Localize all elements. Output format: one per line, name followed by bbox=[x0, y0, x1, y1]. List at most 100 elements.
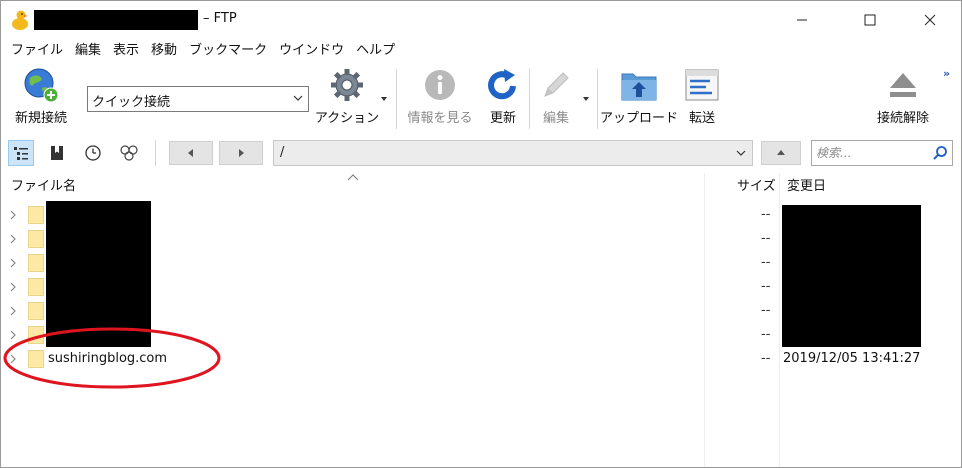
folder-size: -- bbox=[761, 279, 771, 294]
toolbar-separator bbox=[529, 69, 530, 129]
upload-label: アップロード bbox=[600, 111, 679, 126]
upload-button[interactable]: アップロード bbox=[600, 65, 678, 126]
title-redaction bbox=[34, 10, 198, 30]
column-header-modified[interactable]: 変更日 bbox=[787, 175, 826, 199]
arrow-up-icon bbox=[777, 150, 785, 155]
info-icon bbox=[425, 70, 455, 100]
toolbar: 新規接続 クイック接続 アクション 情報を見る 更新 編集 アップロード 転送 … bbox=[1, 63, 961, 133]
folder-size: -- bbox=[761, 207, 771, 222]
folder-size: -- bbox=[761, 303, 771, 318]
maximize-icon bbox=[864, 14, 876, 26]
file-browser-list: ファイル名 サイズ 変更日 -- -- -- -- -- -- sushirin… bbox=[1, 173, 961, 467]
search-icon[interactable] bbox=[932, 145, 948, 161]
refresh-icon bbox=[488, 69, 516, 100]
edit-label: 編集 bbox=[542, 111, 569, 126]
folder-icon bbox=[28, 278, 44, 296]
forward-button[interactable] bbox=[219, 141, 263, 165]
title-bar: – FTP bbox=[1, 1, 961, 39]
toolbar-separator bbox=[396, 69, 397, 129]
folder-icon bbox=[28, 230, 44, 248]
menu-help[interactable]: ヘルプ bbox=[350, 39, 401, 63]
path-value: / bbox=[280, 145, 285, 160]
info-button[interactable]: 情報を見る bbox=[404, 65, 476, 126]
nav-separator bbox=[155, 140, 156, 166]
bookmark-book-icon bbox=[51, 146, 63, 160]
transfer-button[interactable]: 転送 bbox=[682, 65, 722, 126]
chevron-right-icon[interactable] bbox=[8, 233, 18, 245]
minimize-button[interactable] bbox=[779, 1, 825, 39]
chevron-right-icon[interactable] bbox=[8, 209, 18, 221]
action-button[interactable]: アクション bbox=[314, 65, 380, 126]
browser-view-button[interactable] bbox=[8, 140, 34, 166]
parent-directory-button[interactable] bbox=[761, 141, 801, 165]
menu-edit[interactable]: 編集 bbox=[69, 39, 107, 63]
tree-list-icon bbox=[14, 147, 28, 160]
close-icon bbox=[924, 14, 936, 26]
chevron-down-icon bbox=[736, 150, 746, 156]
search-input[interactable] bbox=[816, 144, 926, 162]
eject-icon bbox=[890, 73, 916, 97]
refresh-button[interactable]: 更新 bbox=[483, 65, 523, 126]
folder-size: -- bbox=[761, 327, 771, 342]
folder-size: -- bbox=[761, 231, 771, 246]
disconnect-button[interactable]: 接続解除 bbox=[869, 65, 937, 126]
search-box bbox=[811, 140, 953, 166]
pencil-icon bbox=[544, 72, 569, 97]
disconnect-label: 接続解除 bbox=[876, 111, 929, 126]
arrow-left-icon bbox=[188, 149, 193, 157]
edit-button[interactable]: 編集 bbox=[535, 65, 577, 126]
refresh-label: 更新 bbox=[489, 111, 516, 126]
globe-plus-icon bbox=[24, 68, 59, 103]
transfer-label: 転送 bbox=[688, 111, 715, 126]
close-button[interactable] bbox=[907, 1, 953, 39]
clock-icon bbox=[85, 145, 101, 161]
gear-icon bbox=[331, 69, 363, 101]
cyberduck-app-icon bbox=[12, 10, 28, 30]
ftp-window: – FTP ファイル 編集 表示 移動 ブックマーク ウインドウ ヘルプ 新規接… bbox=[0, 0, 962, 468]
menu-bookmarks[interactable]: ブックマーク bbox=[183, 39, 273, 63]
chevron-right-icon[interactable] bbox=[8, 305, 18, 317]
navigation-bar: / bbox=[1, 134, 961, 172]
window-title: – FTP bbox=[203, 11, 237, 26]
dates-redaction bbox=[782, 205, 921, 347]
folder-size: -- bbox=[761, 255, 771, 270]
back-button[interactable] bbox=[169, 141, 213, 165]
folder-icon bbox=[28, 206, 44, 224]
chevron-right-icon[interactable] bbox=[8, 257, 18, 269]
minimize-icon bbox=[797, 19, 807, 21]
highlight-ellipse-annotation bbox=[3, 327, 221, 389]
toolbar-overflow-button[interactable]: » bbox=[943, 67, 950, 80]
column-header-size[interactable]: サイズ bbox=[737, 175, 776, 199]
chevron-right-icon[interactable] bbox=[8, 281, 18, 293]
edit-dropdown-caret-icon[interactable] bbox=[583, 97, 589, 101]
folder-upload-icon bbox=[621, 73, 657, 101]
chevron-down-icon bbox=[293, 95, 303, 101]
new-connection-label: 新規接続 bbox=[14, 111, 67, 126]
maximize-button[interactable] bbox=[847, 1, 893, 39]
history-view-button[interactable] bbox=[80, 140, 106, 166]
action-dropdown-caret-icon[interactable] bbox=[381, 97, 387, 101]
action-label: アクション bbox=[314, 111, 380, 126]
info-label: 情報を見る bbox=[407, 111, 473, 126]
bonjour-icon bbox=[120, 145, 138, 161]
menu-window[interactable]: ウインドウ bbox=[273, 39, 350, 63]
sort-ascending-icon bbox=[347, 174, 359, 181]
column-header-name[interactable]: ファイル名 bbox=[11, 175, 76, 199]
toolbar-separator bbox=[597, 69, 598, 129]
transfer-window-icon bbox=[685, 69, 719, 101]
new-connection-button[interactable]: 新規接続 bbox=[9, 65, 73, 126]
menu-file[interactable]: ファイル bbox=[1, 39, 69, 63]
folder-size: -- bbox=[761, 351, 771, 366]
folder-icon bbox=[28, 254, 44, 272]
folder-icon bbox=[28, 302, 44, 320]
arrow-right-icon bbox=[239, 149, 244, 157]
bonjour-view-button[interactable] bbox=[116, 140, 142, 166]
quick-connect-select[interactable]: クイック接続 bbox=[87, 86, 309, 112]
folder-modified: 2019/12/05 13:41:27 bbox=[783, 351, 921, 366]
menu-bar: ファイル 編集 表示 移動 ブックマーク ウインドウ ヘルプ bbox=[1, 39, 961, 63]
menu-go[interactable]: 移動 bbox=[145, 39, 183, 63]
bookmarks-view-button[interactable] bbox=[44, 140, 70, 166]
menu-view[interactable]: 表示 bbox=[107, 39, 145, 63]
path-select[interactable]: / bbox=[273, 140, 753, 166]
quick-connect-value: クイック接続 bbox=[92, 95, 171, 110]
